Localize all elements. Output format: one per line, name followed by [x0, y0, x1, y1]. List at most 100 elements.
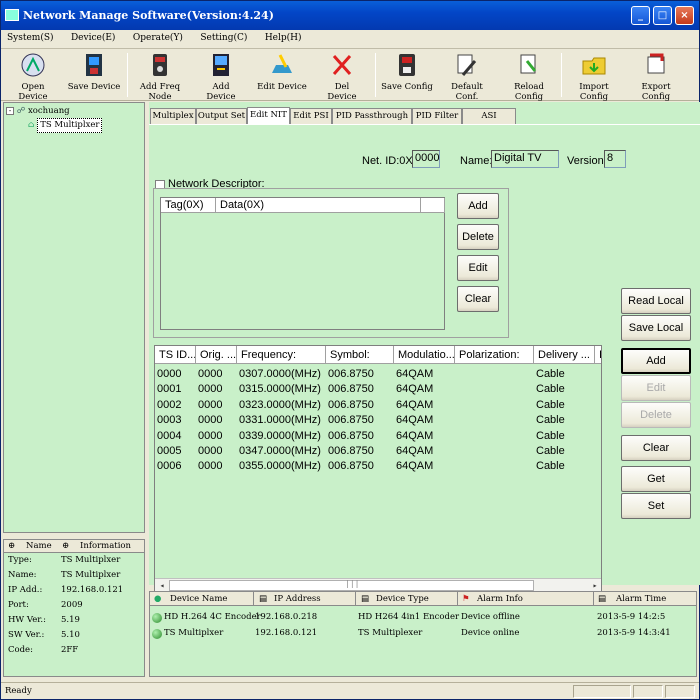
tab-pid-passthrough[interactable]: PID Passthrough	[332, 108, 412, 124]
delete-ts-button[interactable]: Delete	[621, 402, 691, 428]
menu-help[interactable]: Help(H)	[259, 30, 308, 43]
version-input[interactable]: 8	[604, 150, 626, 168]
tab-edit-nit[interactable]: Edit NIT	[247, 107, 290, 125]
delete-icon	[328, 51, 356, 79]
table-cell: 0347.0000(MHz)	[239, 445, 321, 457]
info-information-header-icon: ⊕	[62, 541, 70, 551]
modulation-column-header[interactable]: Modulatio...	[394, 346, 455, 364]
ts-id-column-header[interactable]: TS ID...	[155, 346, 196, 364]
table-row[interactable]: 0004 0000 0339.0000(MHz) 006.8750 64QAM Cable	[155, 429, 601, 444]
list-item[interactable]: TS Multiplxer 192.168.0.121 TS Multiplexer…	[150, 626, 696, 641]
tab-edit-psi[interactable]: Edit PSI	[290, 108, 332, 124]
delivery-column-header[interactable]: Delivery ...	[534, 346, 595, 364]
delete-device-button[interactable]: Del Device	[319, 51, 365, 102]
export-config-icon	[642, 51, 670, 79]
edit-device-button[interactable]: Edit Device	[255, 51, 309, 92]
main-pane: Multiplex Output Set Edit NIT Edit PSI P…	[149, 102, 700, 593]
menu-device[interactable]: Device(E)	[65, 30, 121, 43]
tree-root[interactable]: - ☍ xochuang	[6, 105, 142, 118]
edit-ts-button[interactable]: Edit	[621, 375, 691, 401]
tab-multiplex[interactable]: Multiplex	[150, 108, 196, 124]
default-config-button[interactable]: Default Conf.	[439, 51, 495, 102]
title-bar[interactable]: Network Manage Software(Version:4.24) _ …	[1, 1, 699, 30]
add-ts-button[interactable]: Add	[621, 348, 691, 374]
table-cell: 0000	[198, 445, 223, 457]
table-cell: 64QAM	[396, 383, 434, 396]
menu-setting[interactable]: Setting(C)	[194, 30, 253, 43]
table-cell: 0331.0000(MHz)	[239, 414, 321, 427]
tab-output-set[interactable]: Output Set	[196, 108, 247, 124]
tab-asi-monitor[interactable]: ASI Monitor	[462, 108, 516, 135]
get-button[interactable]: Get	[621, 466, 691, 492]
transport-stream-list[interactable]: TS ID... Orig. ... Frequency: Symbol: Mo…	[154, 345, 602, 593]
descriptor-delete-button[interactable]: Delete	[457, 224, 499, 250]
save-device-button[interactable]: Save Device	[67, 51, 121, 92]
polarization-column-header[interactable]: Polarization:	[455, 346, 534, 364]
table-cell: 006.8750	[328, 445, 374, 457]
reload-config-button[interactable]: Reload Config	[501, 51, 557, 102]
ip-address-header[interactable]: IP Address	[274, 594, 321, 604]
tab-pid-filter[interactable]: PID Filter	[412, 108, 462, 124]
list-item[interactable]: HD H.264 4C Encoder 192.168.0.218 HD H264 …	[150, 610, 696, 625]
descriptor-data-header[interactable]: Data(0X)	[216, 198, 421, 213]
network-name-input[interactable]: Digital TV	[491, 150, 559, 168]
symbol-column-header[interactable]: Symbol:	[326, 346, 394, 364]
horizontal-scrollbar[interactable]: ◂ ||| ▸	[155, 578, 601, 592]
clear-ts-button[interactable]: Clear	[621, 435, 691, 461]
scroll-left-icon[interactable]: ◂	[156, 580, 168, 591]
scroll-thumb[interactable]: |||	[169, 579, 534, 591]
add-device-button[interactable]: Add Device	[197, 51, 245, 102]
table-cell: 64QAM	[396, 414, 434, 427]
table-row[interactable]: 0003 0000 0331.0000(MHz) 006.8750 64QAM Cable	[155, 413, 601, 428]
save-local-button[interactable]: Save Local	[621, 315, 691, 341]
table-cell: 006.8750	[328, 398, 374, 411]
export-config-button[interactable]: Export Config	[627, 51, 685, 102]
open-device-button[interactable]: Open Device	[7, 51, 59, 102]
import-config-button[interactable]: Import Config	[565, 51, 623, 102]
frequency-column-header[interactable]: Frequency:	[237, 346, 326, 364]
orig-network-column-header[interactable]: Orig. ...	[196, 346, 237, 364]
table-cell: 006.8750	[328, 368, 374, 380]
descriptor-edit-button[interactable]: Edit	[457, 255, 499, 281]
table-cell: 0307.0000(MHz)	[239, 368, 321, 380]
table-row[interactable]: 0002 0000 0323.0000(MHz) 006.8750 64QAM Cable	[155, 398, 601, 413]
add-freq-node-icon	[146, 51, 174, 79]
scroll-right-icon[interactable]: ▸	[589, 580, 601, 591]
set-button[interactable]: Set	[621, 493, 691, 519]
read-local-button[interactable]: Read Local	[621, 288, 691, 314]
table-cell: Cable	[536, 460, 565, 473]
device-type-header[interactable]: Device Type	[376, 594, 429, 604]
collapse-icon[interactable]: -	[6, 107, 14, 115]
maximize-button[interactable]: □	[653, 6, 672, 25]
table-cell: 64QAM	[396, 460, 434, 473]
descriptor-list[interactable]: Tag(0X) Data(0X)	[160, 197, 445, 330]
extra-column-header[interactable]: I	[595, 346, 601, 364]
edit-device-icon	[268, 51, 296, 79]
info-row: Name: TS Multiplxer	[8, 570, 121, 580]
status-cell	[665, 685, 695, 698]
menu-system[interactable]: System(S)	[1, 30, 60, 43]
info-row: IP Add.: 192.168.0.121	[8, 585, 124, 595]
descriptor-tag-header[interactable]: Tag(0X)	[161, 198, 216, 213]
table-cell: 0000	[198, 414, 223, 427]
ip-header-icon: ▤	[259, 594, 268, 604]
table-row[interactable]: 0001 0000 0315.0000(MHz) 006.8750 64QAM Cable	[155, 382, 601, 397]
alarm-time-header[interactable]: Alarm Time	[616, 594, 666, 604]
save-config-button[interactable]: Save Config	[381, 51, 433, 92]
net-id-input[interactable]: 0000	[412, 150, 440, 168]
minimize-button[interactable]: _	[631, 6, 650, 25]
menu-operate[interactable]: Operate(Y)	[127, 30, 189, 43]
list-cell: 192.168.0.218	[255, 612, 318, 622]
alarm-info-header[interactable]: Alarm Info	[477, 594, 523, 604]
table-row[interactable]: 0006 0000 0355.0000(MHz) 006.8750 64QAM Cable	[155, 459, 601, 474]
info-information-header: Information	[80, 541, 132, 551]
descriptor-clear-button[interactable]: Clear	[457, 286, 499, 312]
table-row[interactable]: 0005 0000 0347.0000(MHz) 006.8750 64QAM Cable	[155, 444, 601, 459]
add-freq-node-button[interactable]: Add Freq Node	[131, 51, 189, 102]
descriptor-add-button[interactable]: Add	[457, 193, 499, 219]
tree-item-ts-multiplexer[interactable]: ⌂ TS Multiplxer	[6, 118, 142, 133]
device-name-header[interactable]: Device Name	[170, 594, 227, 604]
close-button[interactable]: ×	[675, 6, 694, 25]
table-row[interactable]: 0000 0000 0307.0000(MHz) 006.8750 64QAM Cable	[155, 367, 601, 382]
toolbar: Open Device Save Device Add Freq Node Ad…	[1, 49, 699, 102]
